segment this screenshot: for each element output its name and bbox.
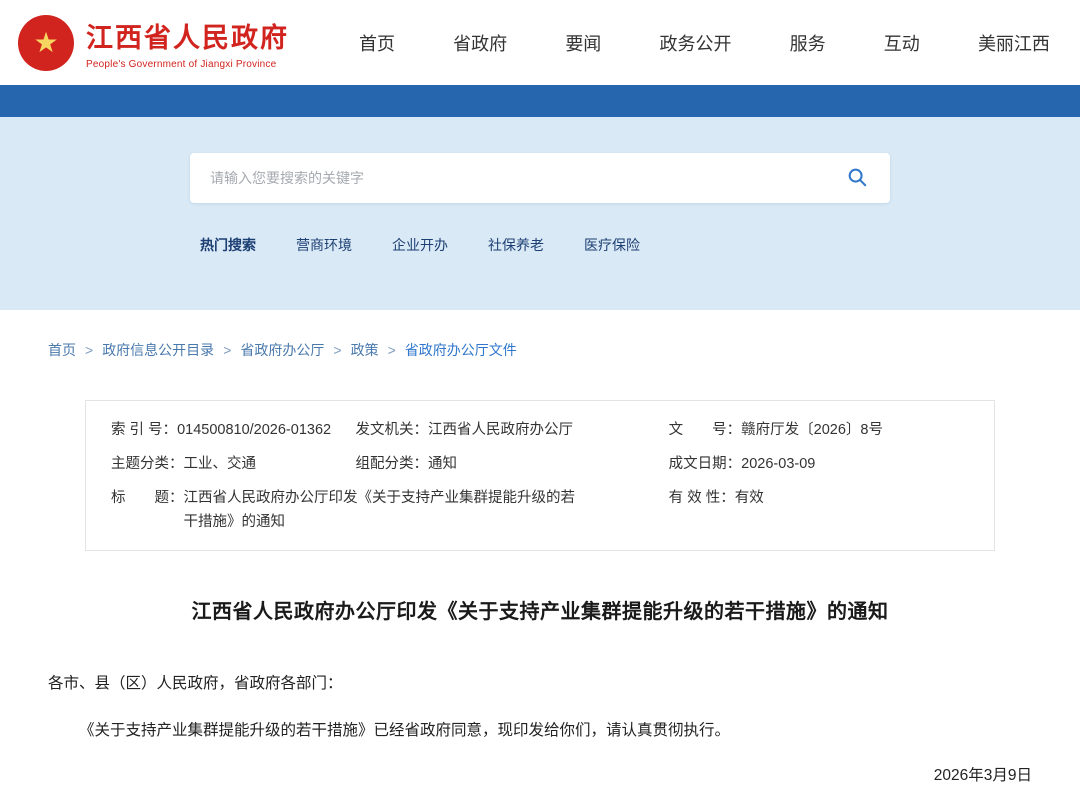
site-subtitle: People's Government of Jiangxi Province (86, 58, 277, 70)
breadcrumb-separator: > (333, 342, 342, 358)
breadcrumb-policy[interactable]: 政策 (351, 340, 379, 360)
nav-item-news[interactable]: 要闻 (565, 30, 601, 56)
national-emblem-icon: ★ (18, 14, 74, 71)
meta-index-value: 014500810/2026-01362 (177, 422, 332, 438)
search-button[interactable] (844, 165, 870, 191)
site-logo[interactable]: ★ 江西省人民政府 People's Government of Jiangxi… (18, 14, 289, 71)
meta-title-value: 江西省人民政府办公厅印发《关于支持产业集群提能升级的若干措施》的通知 (183, 490, 576, 530)
hot-search-row: 热门搜索 营商环境 企业开办 社保养老 医疗保险 (200, 235, 1080, 255)
breadcrumb: 首页 > 政府信息公开目录 > 省政府办公厅 > 政策 > 省政府办公厅文件 (48, 340, 1032, 360)
signature-date: 2026年3月9日 (933, 767, 1032, 785)
main-nav: 首页 省政府 要闻 政务公开 服务 互动 美丽江西 (359, 30, 1050, 56)
search-input[interactable] (210, 170, 844, 186)
nav-item-home[interactable]: 首页 (359, 30, 395, 56)
breadcrumb-office-documents[interactable]: 省政府办公厅文件 (405, 340, 517, 360)
meta-topic-value: 工业、交通 (183, 456, 257, 473)
search-box (190, 153, 890, 203)
meta-index-number: 索 引 号： 014500810/2026-01362 (111, 419, 356, 442)
meta-validity-value: 有效 (734, 490, 764, 507)
nav-item-interaction[interactable]: 互动 (884, 30, 920, 56)
nav-item-provincial-government[interactable]: 省政府 (453, 30, 507, 56)
breadcrumb-general-office[interactable]: 省政府办公厅 (240, 340, 324, 360)
site-title: 江西省人民政府 (86, 22, 289, 53)
hot-search-link-pension[interactable]: 社保养老 (488, 235, 544, 255)
meta-docnum-value: 赣府厅发〔2026〕8号 (741, 422, 883, 438)
header-divider-band (0, 85, 1080, 117)
meta-title-label: 标 题： (111, 490, 184, 507)
breadcrumb-separator: > (387, 342, 396, 358)
breadcrumb-home[interactable]: 首页 (48, 340, 76, 360)
search-icon (846, 166, 868, 191)
hot-search-link-medical[interactable]: 医疗保险 (584, 235, 640, 255)
nav-item-gov-affairs[interactable]: 政务公开 (659, 30, 731, 56)
meta-group-label: 组配分类： (355, 456, 429, 473)
meta-issuer-value: 江西省人民政府办公厅 (428, 422, 574, 438)
site-header: ★ 江西省人民政府 People's Government of Jiangxi… (0, 0, 1080, 85)
meta-index-label: 索 引 号： (111, 422, 178, 438)
hot-search-link-enterprise[interactable]: 企业开办 (392, 235, 448, 255)
meta-title: 标 题： 江西省人民政府办公厅印发《关于支持产业集群提能升级的若干措施》的通知 (111, 487, 669, 533)
breadcrumb-separator: > (85, 342, 94, 358)
breadcrumb-info-directory[interactable]: 政府信息公开目录 (102, 340, 214, 360)
meta-issuing-agency: 发文机关： 江西省人民政府办公厅 (356, 419, 669, 442)
breadcrumb-separator: > (223, 342, 232, 358)
meta-group-value: 通知 (428, 456, 458, 473)
meta-validity-label: 有 效 性： (668, 490, 735, 507)
meta-validity: 有 效 性： 有效 (669, 487, 969, 533)
hot-search-label: 热门搜索 (200, 237, 256, 253)
meta-document-number: 文 号： 赣府厅发〔2026〕8号 (669, 419, 969, 442)
meta-docnum-label: 文 号： (668, 422, 742, 438)
salutation: 各市、县（区）人民政府，省政府各部门： (48, 674, 343, 692)
meta-date-value: 2026-03-09 (741, 456, 816, 473)
document-body: 各市、县（区）人民政府，省政府各部门： 《关于支持产业集群提能升级的若干措施》已… (48, 672, 1032, 795)
meta-topic-label: 主题分类： (111, 456, 184, 473)
hot-search-link-business[interactable]: 营商环境 (296, 235, 352, 255)
meta-date-label: 成文日期： (668, 456, 742, 473)
document-title: 江西省人民政府办公厅印发《关于支持产业集群提能升级的若干措施》的通知 (191, 600, 889, 623)
document-meta-box: 索 引 号： 014500810/2026-01362 发文机关： 江西省人民政… (85, 400, 995, 551)
search-hero: 热门搜索 营商环境 企业开办 社保养老 医疗保险 (0, 117, 1080, 310)
meta-issue-date: 成文日期： 2026-03-09 (669, 453, 969, 476)
body-paragraph: 《关于支持产业集群提能升级的若干措施》已经省政府同意，现印发给你们，请认真贯彻执… (79, 722, 731, 739)
meta-issuer-label: 发文机关： (355, 422, 429, 438)
nav-item-services[interactable]: 服务 (790, 30, 826, 56)
nav-item-beautiful-jiangxi[interactable]: 美丽江西 (978, 30, 1050, 56)
meta-group-category: 组配分类： 通知 (356, 453, 669, 476)
main-content: 首页 > 政府信息公开目录 > 省政府办公厅 > 政策 > 省政府办公厅文件 索… (0, 310, 1080, 795)
meta-topic-category: 主题分类： 工业、交通 (111, 453, 356, 476)
